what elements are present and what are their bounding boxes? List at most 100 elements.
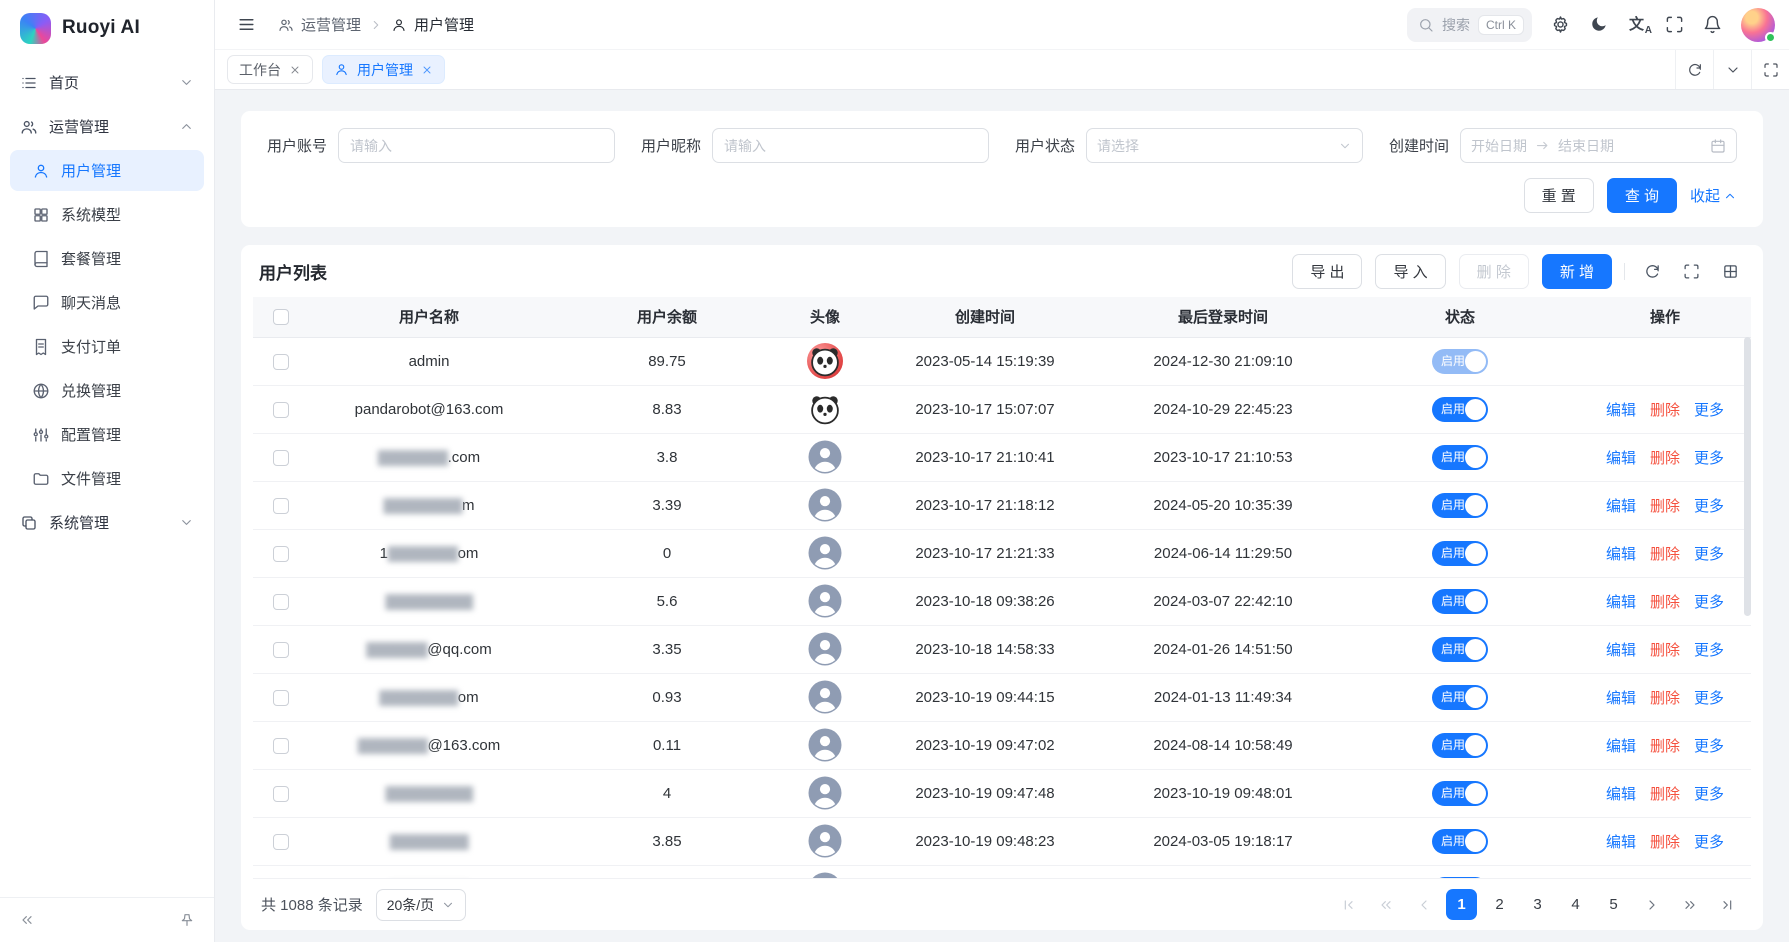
jump-forward-button[interactable]	[1674, 889, 1705, 920]
delete-link[interactable]: 删除	[1650, 594, 1680, 611]
user-avatar[interactable]	[1741, 8, 1775, 42]
jump-backward-button[interactable]	[1370, 889, 1401, 920]
sidebar-item-chat[interactable]: 聊天消息	[10, 282, 204, 323]
edit-link[interactable]: 编辑	[1606, 498, 1636, 515]
status-toggle[interactable]: 启用	[1432, 349, 1488, 374]
sidebar-toggle-button[interactable]	[229, 7, 264, 42]
fullscreen-button[interactable]	[1657, 7, 1692, 42]
more-link[interactable]: 更多	[1694, 786, 1724, 803]
tab-options-button[interactable]	[1713, 50, 1751, 89]
sidebar-group-operations[interactable]: 运营管理	[10, 106, 204, 147]
sidebar-item-model[interactable]: 系统模型	[10, 194, 204, 235]
sidebar-item-package[interactable]: 套餐管理	[10, 238, 204, 279]
edit-link[interactable]: 编辑	[1606, 450, 1636, 467]
edit-link[interactable]: 编辑	[1606, 786, 1636, 803]
row-checkbox[interactable]	[273, 402, 289, 418]
more-link[interactable]: 更多	[1694, 690, 1724, 707]
status-toggle[interactable]: 启用	[1432, 397, 1488, 422]
sidebar-item-config[interactable]: 配置管理	[10, 414, 204, 455]
row-checkbox[interactable]	[273, 738, 289, 754]
user-status-select[interactable]: 请选择	[1086, 128, 1363, 163]
status-toggle[interactable]: 启用	[1432, 541, 1488, 566]
create-time-range[interactable]: 开始日期结束日期	[1460, 128, 1737, 163]
row-checkbox[interactable]	[273, 594, 289, 610]
scrollbar-thumb[interactable]	[1744, 337, 1751, 616]
edit-link[interactable]: 编辑	[1606, 594, 1636, 611]
row-checkbox[interactable]	[273, 354, 289, 370]
page-button-3[interactable]: 3	[1522, 889, 1553, 920]
row-checkbox[interactable]	[273, 690, 289, 706]
status-toggle[interactable]: 启用	[1432, 877, 1488, 879]
breadcrumb-item[interactable]: 运营管理	[272, 14, 367, 35]
status-toggle[interactable]: 启用	[1432, 445, 1488, 470]
more-link[interactable]: 更多	[1694, 594, 1724, 611]
delete-link[interactable]: 删除	[1650, 738, 1680, 755]
page-size-select[interactable]: 20条/页	[376, 889, 466, 921]
content-fullscreen-button[interactable]	[1751, 50, 1789, 89]
first-page-button[interactable]	[1332, 889, 1363, 920]
row-checkbox[interactable]	[273, 498, 289, 514]
previous-page-button[interactable]	[1408, 889, 1439, 920]
sidebar-collapse-button[interactable]	[12, 905, 42, 935]
page-button-1[interactable]: 1	[1446, 889, 1477, 920]
settings-button[interactable]	[1543, 7, 1578, 42]
table-columns-button[interactable]	[1715, 256, 1745, 286]
delete-link[interactable]: 删除	[1650, 546, 1680, 563]
sidebar-item-user[interactable]: 用户管理	[10, 150, 204, 191]
delete-link[interactable]: 删除	[1650, 642, 1680, 659]
delete-link[interactable]: 删除	[1650, 690, 1680, 707]
more-link[interactable]: 更多	[1694, 834, 1724, 851]
status-toggle[interactable]: 启用	[1432, 685, 1488, 710]
page-button-2[interactable]: 2	[1484, 889, 1515, 920]
sidebar-group-system[interactable]: 系统管理	[10, 502, 204, 543]
row-checkbox[interactable]	[273, 834, 289, 850]
more-link[interactable]: 更多	[1694, 642, 1724, 659]
next-page-button[interactable]	[1636, 889, 1667, 920]
tab-user-management[interactable]: 用户管理	[322, 55, 445, 84]
status-toggle[interactable]: 启用	[1432, 781, 1488, 806]
more-link[interactable]: 更多	[1694, 498, 1724, 515]
close-icon[interactable]	[289, 64, 301, 76]
refresh-page-button[interactable]	[1675, 50, 1713, 89]
reset-button[interactable]: 重 置	[1524, 178, 1594, 213]
theme-toggle-button[interactable]	[1581, 7, 1616, 42]
language-button[interactable]: 文A	[1619, 7, 1654, 42]
edit-link[interactable]: 编辑	[1606, 642, 1636, 659]
sidebar-group-home[interactable]: 首页	[10, 62, 204, 103]
table-scrollbar[interactable]	[1744, 337, 1751, 874]
row-checkbox[interactable]	[273, 786, 289, 802]
query-button[interactable]: 查 询	[1607, 178, 1677, 213]
export-button[interactable]: 导 出	[1292, 254, 1362, 289]
global-search[interactable]: 搜索 Ctrl K	[1407, 8, 1532, 42]
more-link[interactable]: 更多	[1694, 738, 1724, 755]
user-nickname-input[interactable]	[712, 128, 989, 163]
row-checkbox[interactable]	[273, 546, 289, 562]
edit-link[interactable]: 编辑	[1606, 834, 1636, 851]
delete-link[interactable]: 删除	[1650, 450, 1680, 467]
select-all-checkbox[interactable]	[273, 309, 289, 325]
tab-workbench[interactable]: 工作台	[227, 55, 313, 84]
edit-link[interactable]: 编辑	[1606, 402, 1636, 419]
app-logo[interactable]: Ruoyi AI	[0, 0, 214, 56]
import-button[interactable]: 导 入	[1375, 254, 1445, 289]
delete-link[interactable]: 删除	[1650, 834, 1680, 851]
status-toggle[interactable]: 启用	[1432, 637, 1488, 662]
more-link[interactable]: 更多	[1694, 402, 1724, 419]
delete-link[interactable]: 删除	[1650, 786, 1680, 803]
delete-link[interactable]: 删除	[1650, 498, 1680, 515]
status-toggle[interactable]: 启用	[1432, 829, 1488, 854]
more-link[interactable]: 更多	[1694, 546, 1724, 563]
edit-link[interactable]: 编辑	[1606, 690, 1636, 707]
collapse-filter-link[interactable]: 收起	[1690, 185, 1737, 206]
delete-link[interactable]: 删除	[1650, 402, 1680, 419]
more-link[interactable]: 更多	[1694, 450, 1724, 467]
add-button[interactable]: 新 增	[1542, 254, 1612, 289]
table-refresh-button[interactable]	[1637, 256, 1667, 286]
table-fullscreen-button[interactable]	[1676, 256, 1706, 286]
sidebar-item-file[interactable]: 文件管理	[10, 458, 204, 499]
row-checkbox[interactable]	[273, 450, 289, 466]
edit-link[interactable]: 编辑	[1606, 738, 1636, 755]
page-button-4[interactable]: 4	[1560, 889, 1591, 920]
close-icon[interactable]	[421, 64, 433, 76]
page-button-5[interactable]: 5	[1598, 889, 1629, 920]
